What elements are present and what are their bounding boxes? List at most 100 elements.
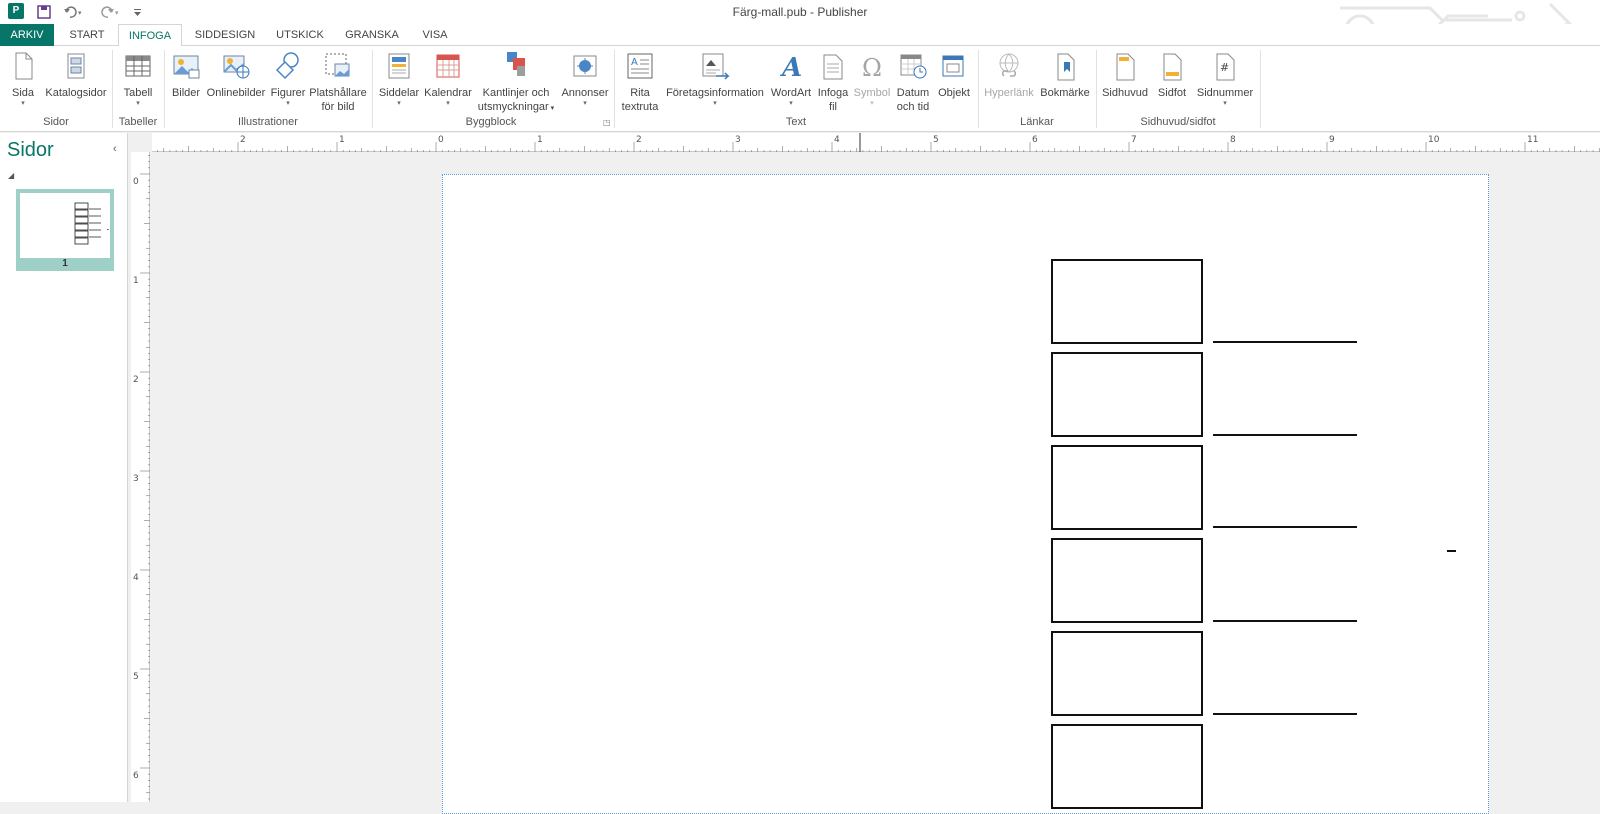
line-shape[interactable] — [1213, 341, 1357, 343]
line-shape[interactable] — [1213, 526, 1357, 528]
foretagsinformation-button[interactable]: Företagsinformation ▾ — [664, 50, 766, 108]
line-shape[interactable] — [1213, 620, 1357, 622]
group-label-lankar: Länkar — [1020, 116, 1054, 128]
header-icon — [1116, 53, 1135, 81]
frame-box[interactable] — [1051, 259, 1203, 344]
sidfot-button[interactable]: Sidfot — [1152, 50, 1192, 100]
frame-box[interactable] — [1051, 352, 1203, 437]
calendar-icon — [436, 54, 460, 78]
ruler-label: 3 — [133, 474, 139, 484]
ruler-label: 6 — [133, 771, 139, 781]
text-box-icon: A — [627, 53, 653, 79]
small-line-shape[interactable] — [1447, 550, 1456, 552]
infoga-fil-button[interactable]: Infoga fil — [814, 50, 852, 114]
platshallare-button[interactable]: Platshållare för bild — [308, 50, 368, 114]
chevron-down-icon: ▾ — [136, 100, 140, 107]
ruler-label: 5 — [933, 135, 939, 145]
bokmarke-button[interactable]: Bokmärke — [1038, 50, 1092, 100]
tab-visa[interactable]: VISA — [410, 24, 460, 46]
wordart-icon: A — [779, 53, 802, 82]
pictures-icon — [173, 55, 200, 79]
tab-infoga[interactable]: INFOGA — [118, 24, 182, 47]
chevron-down-icon: ▾ — [789, 100, 793, 107]
siddelar-button[interactable]: Siddelar ▾ — [376, 50, 422, 108]
thumbnail-content — [74, 202, 109, 245]
ruler-label: 2 — [240, 135, 246, 145]
table-icon — [125, 55, 151, 77]
line-shape[interactable] — [1213, 713, 1357, 715]
ruler-label: 4 — [133, 573, 139, 583]
ruler-label: 0 — [438, 135, 444, 145]
insert-file-icon — [823, 54, 843, 80]
group-label-illustrationer: Illustrationer — [238, 116, 298, 128]
kalendrar-button[interactable]: Kalendrar ▾ — [422, 50, 474, 108]
borders-accents-icon — [507, 52, 525, 76]
sida-button[interactable]: Sida ▾ — [6, 50, 40, 108]
ruler-label: 6 — [1032, 135, 1038, 145]
tab-start[interactable]: START — [58, 24, 116, 46]
objekt-button[interactable]: Objekt — [934, 50, 974, 100]
publication-page[interactable] — [442, 174, 1489, 814]
onlinebilder-button[interactable]: Onlinebilder — [204, 50, 268, 100]
page-icon — [15, 52, 33, 80]
annonser-button[interactable]: Annonser ▾ — [560, 50, 610, 108]
frame-box[interactable] — [1051, 631, 1203, 716]
sidhuvud-button[interactable]: Sidhuvud — [1100, 50, 1150, 100]
hyperlink-icon — [999, 53, 1019, 77]
ruler-label: 10 — [1428, 135, 1440, 145]
page-number-icon: # — [1216, 53, 1235, 81]
date-time-icon — [900, 54, 927, 79]
ruler-label: 8 — [1230, 135, 1236, 145]
symbol-button[interactable]: Ω Symbol ▾ — [852, 50, 892, 108]
group-label-text: Text — [785, 116, 807, 128]
chevron-down-icon: ▾ — [286, 100, 290, 107]
wordart-button[interactable]: A WordArt ▾ — [768, 50, 814, 108]
frame-box[interactable] — [1051, 724, 1203, 809]
omega-icon: Ω — [862, 54, 882, 82]
object-icon — [942, 55, 964, 77]
rita-textruta-button[interactable]: A Rita textruta — [618, 50, 662, 114]
svg-text:#: # — [1220, 61, 1229, 74]
svg-text:A: A — [779, 53, 802, 82]
chevron-down-icon: ▾ — [583, 100, 587, 107]
katalogsidor-button[interactable]: Katalogsidor — [44, 50, 108, 100]
vertical-ruler[interactable]: 0 1 2 3 4 5 6 — [131, 152, 150, 802]
collapse-pane-icon[interactable]: ‹ — [113, 143, 117, 155]
tab-arkiv[interactable]: ARKIV — [0, 24, 54, 46]
ruler-label: 1 — [339, 135, 345, 145]
bilder-button[interactable]: Bilder — [168, 50, 204, 100]
frame-box[interactable] — [1051, 445, 1203, 530]
line-shape[interactable] — [1213, 434, 1357, 436]
dialog-launcher-icon[interactable]: ◳ — [603, 118, 611, 127]
figurer-button[interactable]: Figurer ▾ — [268, 50, 308, 108]
ruler-label: 3 — [735, 135, 741, 145]
hyperlank-button[interactable]: Hyperlänk — [982, 50, 1036, 100]
ruler-label: 1 — [133, 276, 139, 286]
tab-utskick[interactable]: UTSKICK — [266, 24, 334, 46]
chevron-down-icon: ▾ — [870, 100, 874, 107]
chevron-down-icon: ▾ — [397, 100, 401, 107]
picture-placeholder-icon — [325, 53, 350, 77]
ruler-label: 4 — [834, 135, 840, 145]
sidnummer-button[interactable]: # Sidnummer ▾ — [1194, 50, 1256, 108]
group-label-sidor: Sidor — [43, 116, 69, 128]
tab-siddesign[interactable]: SIDDESIGN — [186, 24, 264, 46]
section-collapse-icon[interactable]: ◢ — [8, 171, 14, 180]
kantlinjer-button[interactable]: Kantlinjer och utsmyckningar ▾ — [474, 50, 558, 116]
ruler-label: 2 — [636, 135, 642, 145]
tabell-button[interactable]: Tabell ▾ — [116, 50, 160, 108]
tab-granska[interactable]: GRANSKA — [338, 24, 406, 46]
chevron-down-icon: ▾ — [713, 100, 717, 107]
page-thumbnail[interactable]: 1 — [16, 189, 114, 271]
horizontal-ruler-ticks: 2 1 0 1 2 3 4 5 6 7 8 9 10 11 — [157, 133, 1600, 152]
datum-och-tid-button[interactable]: Datum och tid — [894, 50, 932, 114]
group-label-tabeller: Tabeller — [118, 116, 158, 128]
group-separator — [1260, 50, 1261, 128]
business-information-icon — [702, 53, 730, 80]
page-parts-icon — [388, 53, 410, 79]
ruler-label: 9 — [1329, 135, 1335, 145]
horizontal-ruler[interactable]: 2 1 0 1 2 3 4 5 6 7 8 9 10 11 — [152, 133, 1600, 152]
chevron-down-icon: ▾ — [446, 100, 450, 107]
bookmark-icon — [1057, 53, 1075, 81]
frame-box[interactable] — [1051, 538, 1203, 623]
